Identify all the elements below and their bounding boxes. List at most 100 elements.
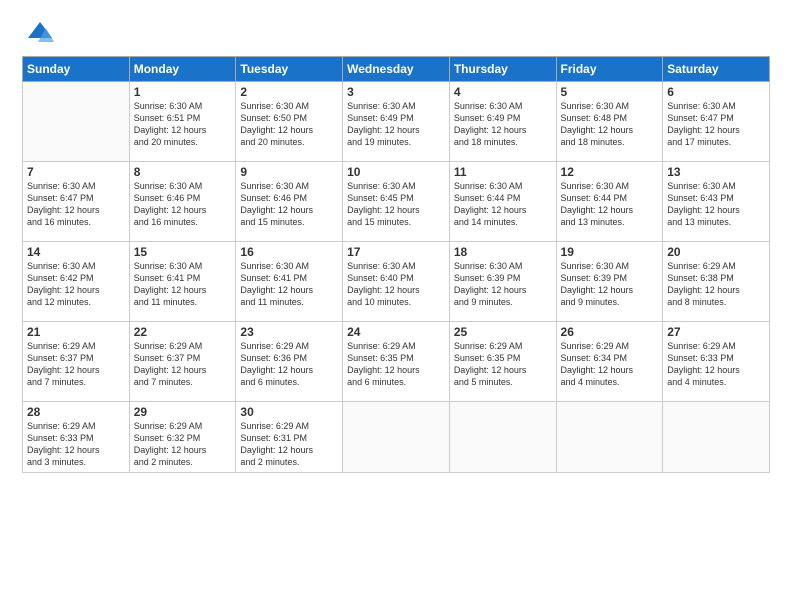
calendar-cell: 24Sunrise: 6:29 AM Sunset: 6:35 PM Dayli… — [343, 322, 450, 402]
calendar-cell: 8Sunrise: 6:30 AM Sunset: 6:46 PM Daylig… — [129, 162, 236, 242]
day-number: 5 — [561, 85, 659, 99]
day-number: 7 — [27, 165, 125, 179]
calendar-cell: 15Sunrise: 6:30 AM Sunset: 6:41 PM Dayli… — [129, 242, 236, 322]
calendar-cell: 27Sunrise: 6:29 AM Sunset: 6:33 PM Dayli… — [663, 322, 770, 402]
calendar-cell: 5Sunrise: 6:30 AM Sunset: 6:48 PM Daylig… — [556, 82, 663, 162]
calendar-cell — [23, 82, 130, 162]
calendar-cell: 28Sunrise: 6:29 AM Sunset: 6:33 PM Dayli… — [23, 402, 130, 473]
day-info: Sunrise: 6:30 AM Sunset: 6:46 PM Dayligh… — [134, 180, 232, 229]
weekday-header-monday: Monday — [129, 57, 236, 82]
day-number: 2 — [240, 85, 338, 99]
day-info: Sunrise: 6:30 AM Sunset: 6:50 PM Dayligh… — [240, 100, 338, 149]
day-info: Sunrise: 6:30 AM Sunset: 6:40 PM Dayligh… — [347, 260, 445, 309]
calendar-cell: 20Sunrise: 6:29 AM Sunset: 6:38 PM Dayli… — [663, 242, 770, 322]
calendar-cell: 16Sunrise: 6:30 AM Sunset: 6:41 PM Dayli… — [236, 242, 343, 322]
day-info: Sunrise: 6:30 AM Sunset: 6:44 PM Dayligh… — [454, 180, 552, 229]
day-info: Sunrise: 6:30 AM Sunset: 6:43 PM Dayligh… — [667, 180, 765, 229]
day-info: Sunrise: 6:30 AM Sunset: 6:41 PM Dayligh… — [134, 260, 232, 309]
day-info: Sunrise: 6:30 AM Sunset: 6:48 PM Dayligh… — [561, 100, 659, 149]
day-number: 11 — [454, 165, 552, 179]
day-info: Sunrise: 6:30 AM Sunset: 6:39 PM Dayligh… — [561, 260, 659, 309]
day-number: 23 — [240, 325, 338, 339]
weekday-header-wednesday: Wednesday — [343, 57, 450, 82]
day-number: 6 — [667, 85, 765, 99]
day-info: Sunrise: 6:29 AM Sunset: 6:34 PM Dayligh… — [561, 340, 659, 389]
day-info: Sunrise: 6:29 AM Sunset: 6:35 PM Dayligh… — [454, 340, 552, 389]
day-number: 29 — [134, 405, 232, 419]
calendar-cell: 13Sunrise: 6:30 AM Sunset: 6:43 PM Dayli… — [663, 162, 770, 242]
logo-icon — [26, 18, 54, 46]
day-info: Sunrise: 6:30 AM Sunset: 6:51 PM Dayligh… — [134, 100, 232, 149]
weekday-header-thursday: Thursday — [449, 57, 556, 82]
calendar-cell — [663, 402, 770, 473]
calendar-cell: 2Sunrise: 6:30 AM Sunset: 6:50 PM Daylig… — [236, 82, 343, 162]
calendar-cell: 18Sunrise: 6:30 AM Sunset: 6:39 PM Dayli… — [449, 242, 556, 322]
day-number: 24 — [347, 325, 445, 339]
day-number: 1 — [134, 85, 232, 99]
day-info: Sunrise: 6:29 AM Sunset: 6:33 PM Dayligh… — [27, 420, 125, 469]
calendar-week-row: 21Sunrise: 6:29 AM Sunset: 6:37 PM Dayli… — [23, 322, 770, 402]
day-info: Sunrise: 6:29 AM Sunset: 6:37 PM Dayligh… — [134, 340, 232, 389]
day-number: 4 — [454, 85, 552, 99]
day-info: Sunrise: 6:29 AM Sunset: 6:37 PM Dayligh… — [27, 340, 125, 389]
calendar-cell: 3Sunrise: 6:30 AM Sunset: 6:49 PM Daylig… — [343, 82, 450, 162]
day-info: Sunrise: 6:30 AM Sunset: 6:42 PM Dayligh… — [27, 260, 125, 309]
calendar-cell: 7Sunrise: 6:30 AM Sunset: 6:47 PM Daylig… — [23, 162, 130, 242]
day-number: 10 — [347, 165, 445, 179]
day-number: 25 — [454, 325, 552, 339]
day-number: 15 — [134, 245, 232, 259]
day-info: Sunrise: 6:30 AM Sunset: 6:45 PM Dayligh… — [347, 180, 445, 229]
day-number: 13 — [667, 165, 765, 179]
calendar-cell: 26Sunrise: 6:29 AM Sunset: 6:34 PM Dayli… — [556, 322, 663, 402]
day-number: 3 — [347, 85, 445, 99]
calendar-cell: 10Sunrise: 6:30 AM Sunset: 6:45 PM Dayli… — [343, 162, 450, 242]
calendar-cell — [449, 402, 556, 473]
weekday-header-tuesday: Tuesday — [236, 57, 343, 82]
day-info: Sunrise: 6:30 AM Sunset: 6:49 PM Dayligh… — [347, 100, 445, 149]
calendar-cell: 25Sunrise: 6:29 AM Sunset: 6:35 PM Dayli… — [449, 322, 556, 402]
calendar-cell — [343, 402, 450, 473]
day-number: 16 — [240, 245, 338, 259]
page: SundayMondayTuesdayWednesdayThursdayFrid… — [0, 0, 792, 612]
weekday-header-row: SundayMondayTuesdayWednesdayThursdayFrid… — [23, 57, 770, 82]
calendar-cell: 29Sunrise: 6:29 AM Sunset: 6:32 PM Dayli… — [129, 402, 236, 473]
calendar-cell: 9Sunrise: 6:30 AM Sunset: 6:46 PM Daylig… — [236, 162, 343, 242]
day-number: 28 — [27, 405, 125, 419]
day-info: Sunrise: 6:30 AM Sunset: 6:47 PM Dayligh… — [667, 100, 765, 149]
day-number: 26 — [561, 325, 659, 339]
day-info: Sunrise: 6:30 AM Sunset: 6:44 PM Dayligh… — [561, 180, 659, 229]
weekday-header-sunday: Sunday — [23, 57, 130, 82]
calendar-week-row: 28Sunrise: 6:29 AM Sunset: 6:33 PM Dayli… — [23, 402, 770, 473]
calendar-cell: 21Sunrise: 6:29 AM Sunset: 6:37 PM Dayli… — [23, 322, 130, 402]
day-info: Sunrise: 6:29 AM Sunset: 6:36 PM Dayligh… — [240, 340, 338, 389]
day-number: 17 — [347, 245, 445, 259]
day-info: Sunrise: 6:29 AM Sunset: 6:31 PM Dayligh… — [240, 420, 338, 469]
day-info: Sunrise: 6:30 AM Sunset: 6:49 PM Dayligh… — [454, 100, 552, 149]
calendar-cell: 30Sunrise: 6:29 AM Sunset: 6:31 PM Dayli… — [236, 402, 343, 473]
calendar-cell: 4Sunrise: 6:30 AM Sunset: 6:49 PM Daylig… — [449, 82, 556, 162]
day-number: 27 — [667, 325, 765, 339]
day-number: 30 — [240, 405, 338, 419]
calendar-cell: 1Sunrise: 6:30 AM Sunset: 6:51 PM Daylig… — [129, 82, 236, 162]
day-number: 22 — [134, 325, 232, 339]
day-number: 8 — [134, 165, 232, 179]
day-info: Sunrise: 6:30 AM Sunset: 6:47 PM Dayligh… — [27, 180, 125, 229]
calendar-cell: 23Sunrise: 6:29 AM Sunset: 6:36 PM Dayli… — [236, 322, 343, 402]
logo — [22, 18, 54, 46]
day-info: Sunrise: 6:29 AM Sunset: 6:38 PM Dayligh… — [667, 260, 765, 309]
day-number: 12 — [561, 165, 659, 179]
calendar-cell: 14Sunrise: 6:30 AM Sunset: 6:42 PM Dayli… — [23, 242, 130, 322]
calendar-cell: 12Sunrise: 6:30 AM Sunset: 6:44 PM Dayli… — [556, 162, 663, 242]
calendar-cell: 22Sunrise: 6:29 AM Sunset: 6:37 PM Dayli… — [129, 322, 236, 402]
day-info: Sunrise: 6:30 AM Sunset: 6:41 PM Dayligh… — [240, 260, 338, 309]
day-info: Sunrise: 6:29 AM Sunset: 6:32 PM Dayligh… — [134, 420, 232, 469]
day-number: 19 — [561, 245, 659, 259]
calendar-table: SundayMondayTuesdayWednesdayThursdayFrid… — [22, 56, 770, 473]
calendar-cell — [556, 402, 663, 473]
day-info: Sunrise: 6:29 AM Sunset: 6:33 PM Dayligh… — [667, 340, 765, 389]
calendar-cell: 19Sunrise: 6:30 AM Sunset: 6:39 PM Dayli… — [556, 242, 663, 322]
day-number: 21 — [27, 325, 125, 339]
weekday-header-saturday: Saturday — [663, 57, 770, 82]
calendar-cell: 11Sunrise: 6:30 AM Sunset: 6:44 PM Dayli… — [449, 162, 556, 242]
calendar-cell: 6Sunrise: 6:30 AM Sunset: 6:47 PM Daylig… — [663, 82, 770, 162]
